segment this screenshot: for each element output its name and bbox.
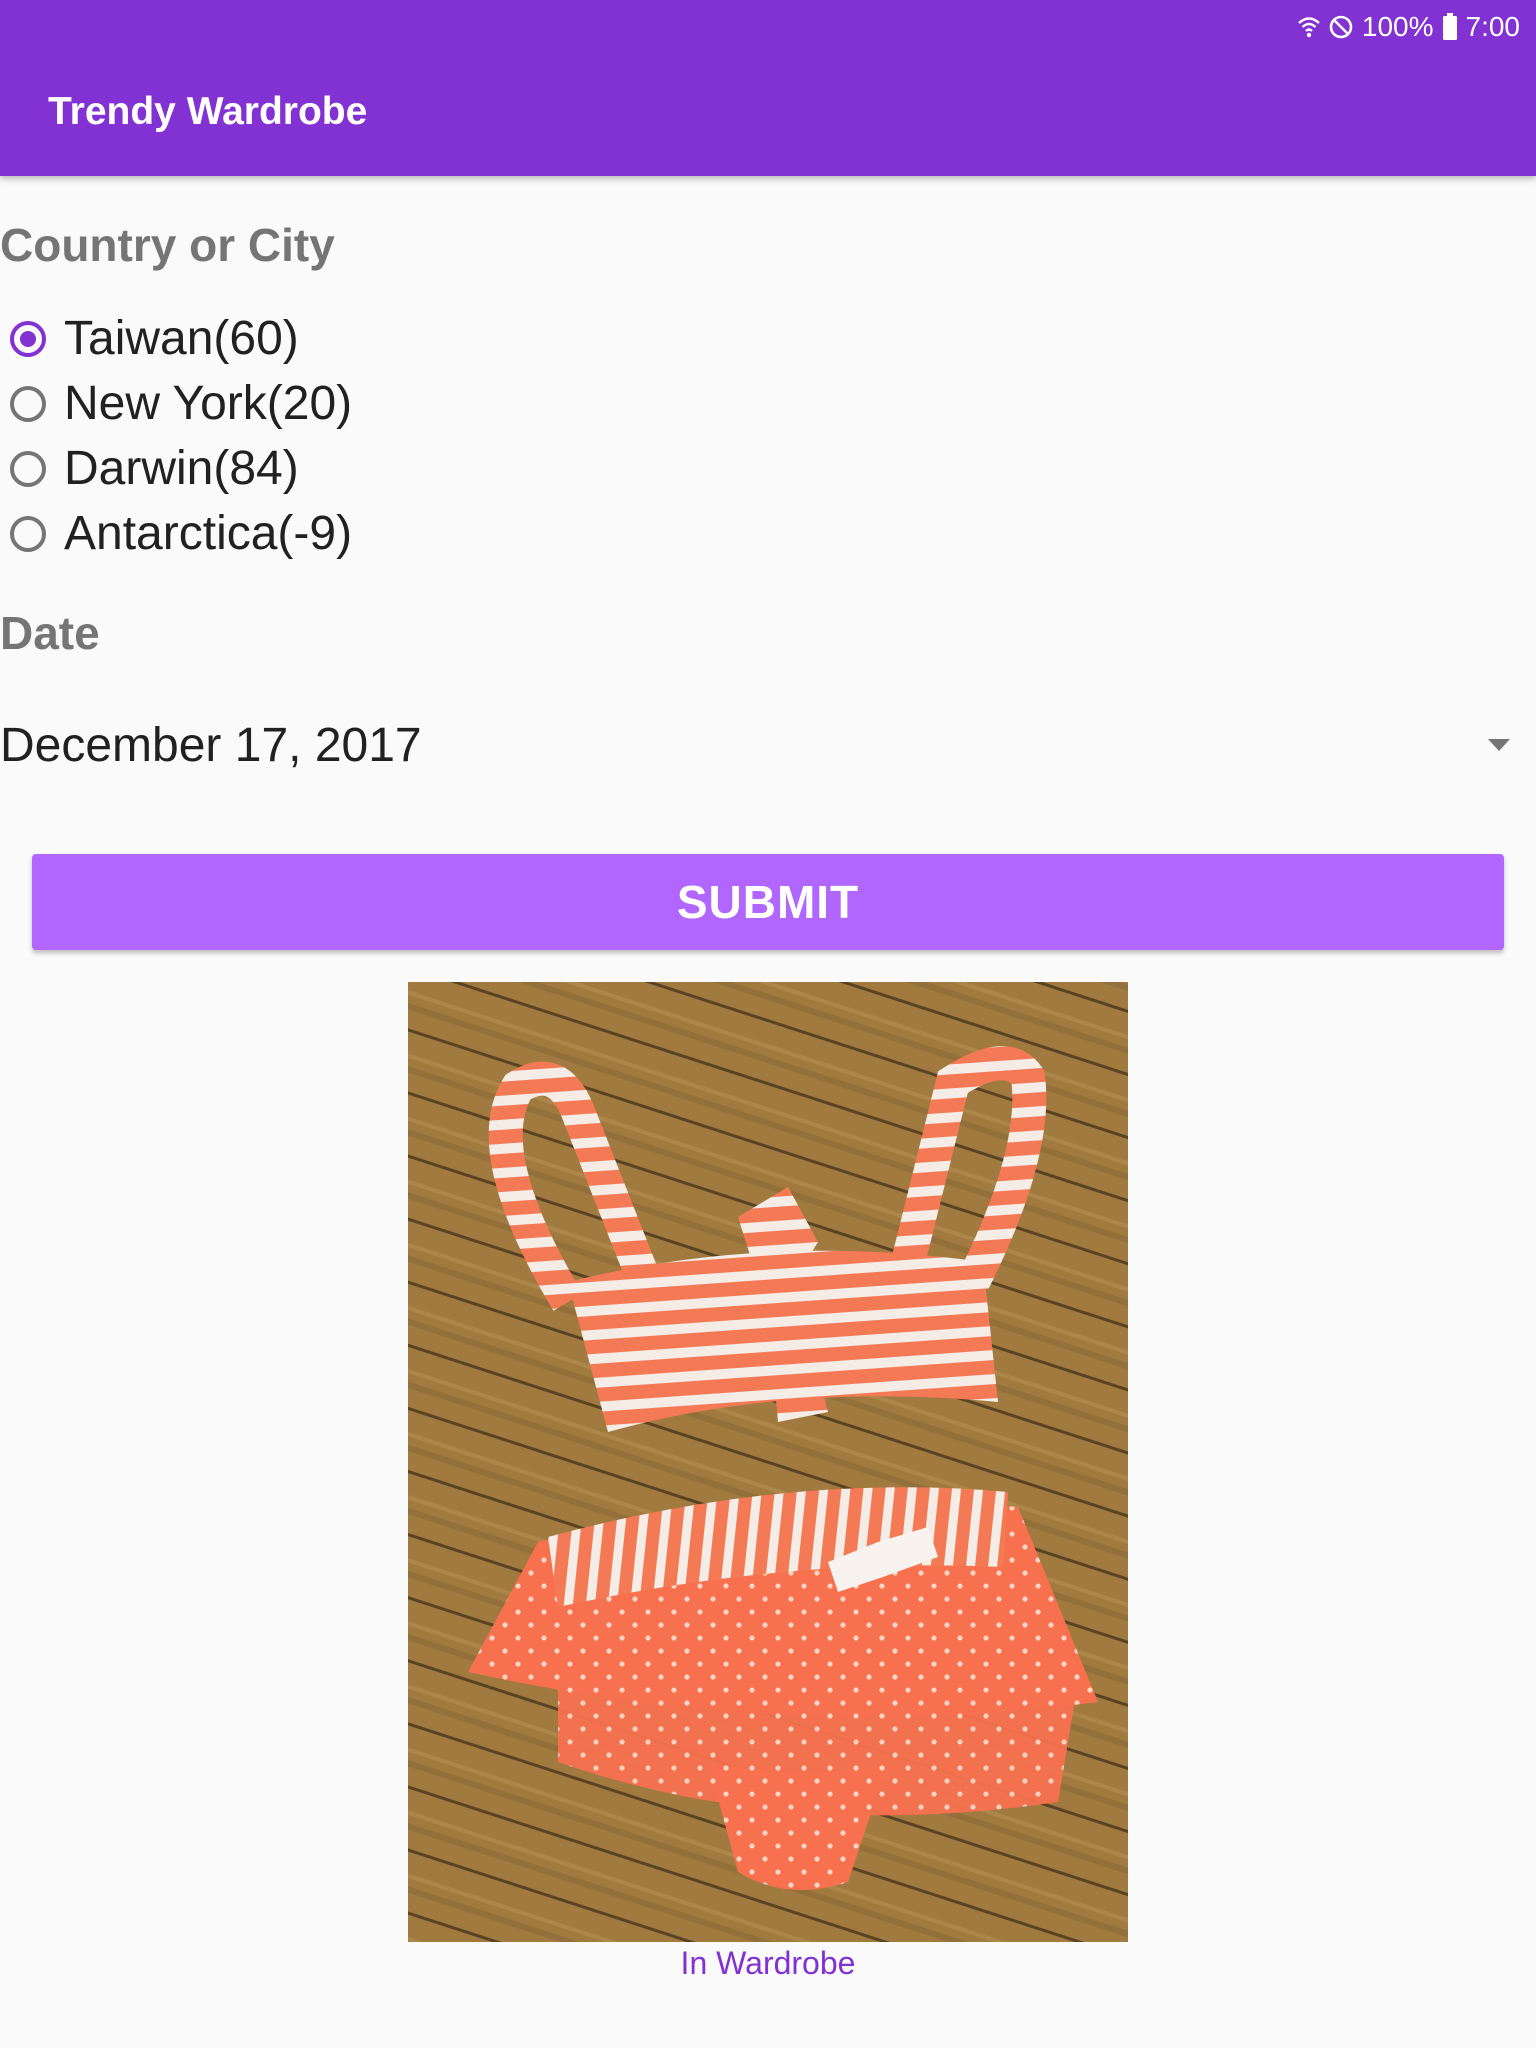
wifi-icon bbox=[1298, 17, 1320, 38]
swimsuit-image bbox=[408, 982, 1128, 1942]
battery-percent: 100% bbox=[1361, 11, 1434, 42]
do-not-disturb-icon bbox=[1329, 15, 1353, 39]
submit-button[interactable]: SUBMIT bbox=[32, 854, 1504, 950]
radio-button-checked-icon[interactable] bbox=[10, 320, 46, 357]
date-spinner[interactable]: December 17, 2017 bbox=[0, 700, 1510, 790]
date-value: December 17, 2017 bbox=[0, 718, 422, 772]
radio-option-label: Taiwan(60) bbox=[64, 312, 299, 365]
radio-option-label: Antarctica(-9) bbox=[64, 507, 353, 560]
radio-button-unchecked-icon[interactable] bbox=[10, 515, 46, 552]
radio-option-label: New York(20) bbox=[64, 377, 353, 430]
radio-option-label: Darwin(84) bbox=[64, 442, 299, 495]
radio-button-unchecked-icon[interactable] bbox=[10, 385, 46, 422]
radio-button-unchecked-icon[interactable] bbox=[10, 450, 46, 487]
radio-option-darwin[interactable]: Darwin(84) bbox=[10, 436, 352, 501]
radio-option-new-york[interactable]: New York(20) bbox=[10, 371, 352, 436]
radio-option-taiwan[interactable]: Taiwan(60) bbox=[10, 306, 352, 371]
app-title: Trendy Wardrobe bbox=[48, 90, 368, 133]
wardrobe-status-caption: In Wardrobe bbox=[680, 1945, 856, 1981]
dropdown-arrow-icon[interactable] bbox=[1488, 739, 1510, 751]
app-bar: 100% 7:00 Trendy Wardrobe bbox=[0, 0, 1536, 176]
location-section-label: Country or City bbox=[0, 219, 335, 271]
clothing-photo bbox=[408, 982, 1128, 1942]
radio-option-antarctica[interactable]: Antarctica(-9) bbox=[10, 501, 352, 566]
date-section-label: Date bbox=[0, 607, 100, 659]
location-radio-group: Taiwan(60) New York(20) Darwin(84) Antar… bbox=[10, 306, 352, 566]
clock: 7:00 bbox=[1465, 11, 1521, 42]
battery-icon bbox=[1442, 13, 1457, 40]
status-bar: 100% 7:00 bbox=[1298, 8, 1520, 46]
